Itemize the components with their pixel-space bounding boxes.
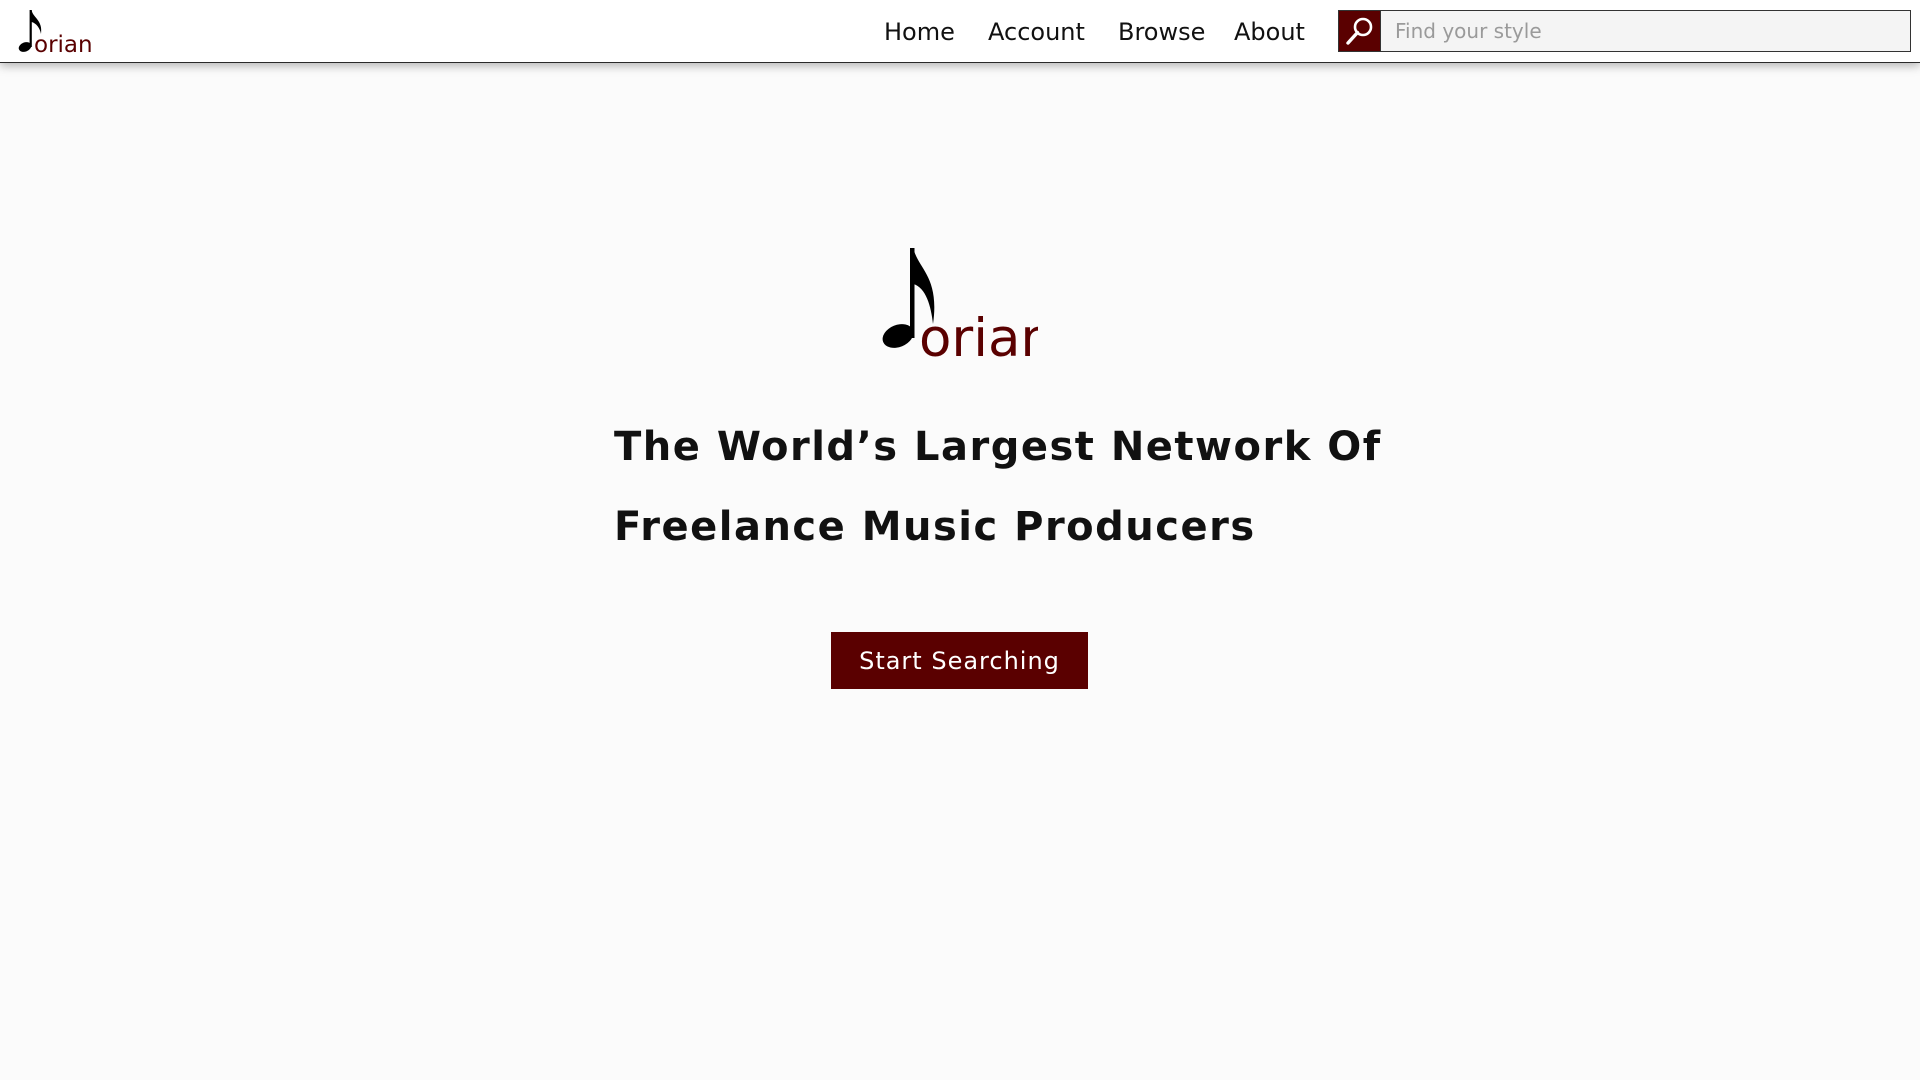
search-button[interactable] <box>1338 10 1381 52</box>
top-navbar: orian Home Account Browse About <box>0 0 1920 63</box>
hero-logo-text: orian <box>919 308 1038 359</box>
nav-browse[interactable]: Browse <box>1118 0 1205 63</box>
brand-logo[interactable]: orian <box>14 6 96 58</box>
search-bar <box>1338 10 1911 52</box>
search-icon <box>1345 17 1372 45</box>
search-input[interactable] <box>1381 10 1911 52</box>
hero-headline-line1: The World’s Largest Network Of <box>614 424 1382 470</box>
start-searching-button[interactable]: Start Searching <box>831 632 1088 689</box>
brand-logo-text: orian <box>34 32 93 58</box>
hero-logo: orian <box>882 248 1038 359</box>
nav-about[interactable]: About <box>1234 0 1305 63</box>
nav-home[interactable]: Home <box>884 0 955 63</box>
hero-headline-line2: Freelance Music Producers <box>614 504 1256 550</box>
nav-account[interactable]: Account <box>988 0 1085 63</box>
